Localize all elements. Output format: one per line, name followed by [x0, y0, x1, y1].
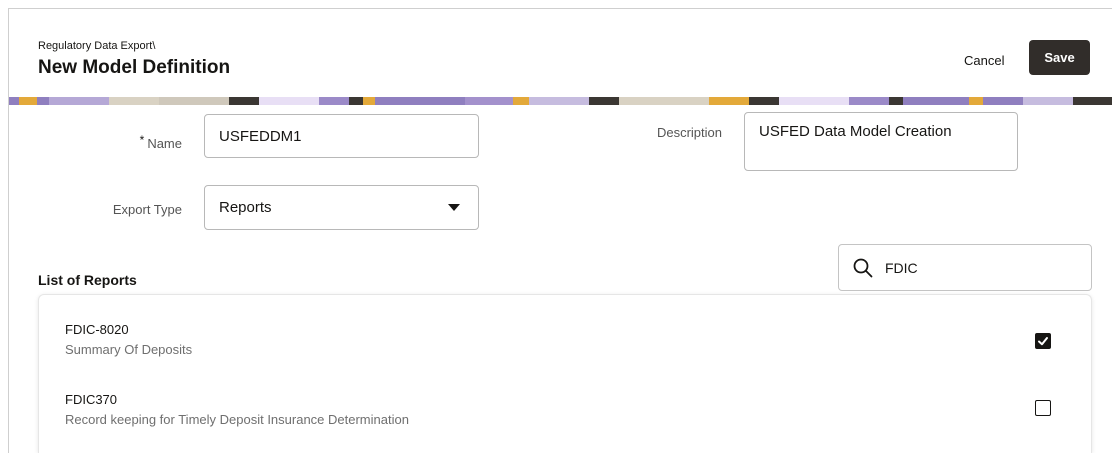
cancel-button[interactable]: Cancel	[958, 48, 1010, 72]
report-code: FDIC-8020	[65, 322, 129, 337]
breadcrumb[interactable]: Regulatory Data Export\	[38, 40, 155, 52]
report-description: Record keeping for Timely Deposit Insura…	[65, 412, 409, 427]
decorative-banner	[9, 97, 1112, 105]
list-item[interactable]: FDIC-8020 Summary Of Deposits	[39, 322, 1091, 372]
checkmark-icon	[1038, 337, 1048, 346]
report-checkbox-checked[interactable]	[1035, 333, 1051, 349]
list-of-reports-title: List of Reports	[38, 272, 137, 288]
report-list: FDIC-8020 Summary Of Deposits FDIC370 Re…	[38, 294, 1092, 453]
name-input[interactable]: USFEDDM1	[204, 114, 479, 158]
export-type-label: Export Type	[112, 202, 182, 217]
search-input[interactable]	[885, 259, 1065, 276]
caret-down-icon	[448, 204, 460, 211]
name-label-text: Name	[147, 136, 182, 151]
description-input[interactable]: USFED Data Model Creation	[744, 112, 1018, 171]
page-title: New Model Definition	[38, 57, 231, 78]
name-label: * Name	[108, 133, 182, 151]
export-type-value: Reports	[219, 199, 272, 216]
description-label: Description	[656, 125, 722, 140]
search-icon	[853, 258, 873, 277]
report-code: FDIC370	[65, 392, 118, 407]
report-description: Summary Of Deposits	[65, 342, 193, 357]
required-marker: *	[139, 133, 145, 147]
report-checkbox-unchecked[interactable]	[1035, 400, 1051, 416]
export-type-select[interactable]: Reports	[204, 185, 479, 230]
list-item[interactable]: FDIC370 Record keeping for Timely Deposi…	[39, 392, 1091, 442]
report-search[interactable]	[838, 244, 1092, 291]
save-button[interactable]: Save	[1029, 40, 1090, 75]
